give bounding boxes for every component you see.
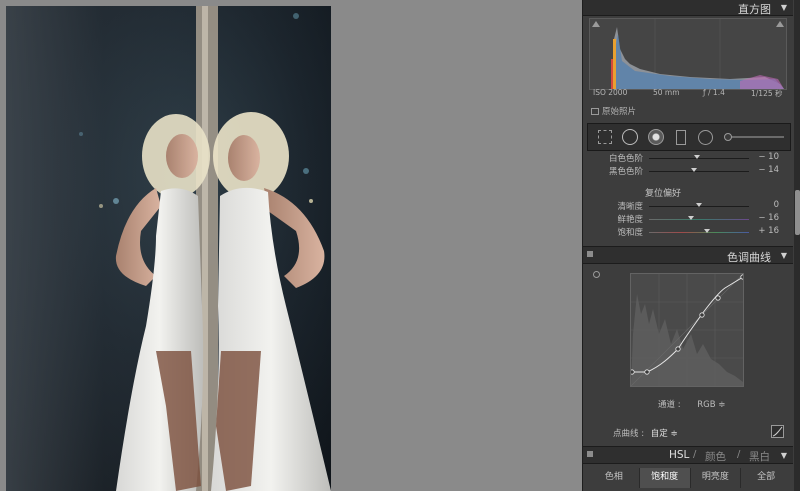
histogram-title: 直方图 xyxy=(738,3,771,16)
aperture-value: ƒ / 1.4 xyxy=(703,88,725,97)
clarity-knob[interactable] xyxy=(696,203,702,207)
saturation-knob[interactable] xyxy=(704,229,710,233)
whites-label: 白色色阶 xyxy=(608,154,643,164)
hsl-tab[interactable]: HSL xyxy=(669,449,689,461)
hsl-subtab-luminance[interactable]: 明亮度 xyxy=(691,468,742,488)
tone-curve-plot xyxy=(629,273,746,387)
channel-label: 通道 : xyxy=(658,400,681,410)
hsl-panel-switch-icon[interactable] xyxy=(587,451,593,457)
saturation-value[interactable]: + 16 xyxy=(758,226,779,236)
clarity-slider-row[interactable]: 清晰度 0 xyxy=(583,200,793,212)
color-tab[interactable]: 颜色 xyxy=(705,449,726,464)
hsl-subtab-saturation[interactable]: 饱和度 xyxy=(639,468,691,488)
panel-switch-icon[interactable] xyxy=(587,251,593,257)
target-adjust-icon[interactable] xyxy=(593,271,600,278)
photo-canvas[interactable] xyxy=(0,0,582,491)
presence-reset-title[interactable]: 复位偏好 xyxy=(583,186,743,199)
tool-strip xyxy=(587,123,791,151)
highlight-clipping-icon[interactable] xyxy=(776,21,784,27)
red-eye-icon[interactable] xyxy=(648,129,664,145)
blacks-knob[interactable] xyxy=(691,168,697,172)
shutter-value: 1/125 秒 xyxy=(751,89,783,98)
saturation-slider-row[interactable]: 饱和度 + 16 xyxy=(583,226,793,238)
collapse-triangle-icon[interactable]: ▼ xyxy=(781,3,787,12)
edit-point-curve-icon[interactable] xyxy=(771,425,784,438)
point-curve-value[interactable]: 自定 ≑ xyxy=(651,429,678,439)
point-curve-label: 点曲线 : xyxy=(613,429,645,439)
radial-filter-icon[interactable] xyxy=(698,130,713,145)
histogram-graph[interactable] xyxy=(589,18,787,90)
photo-image xyxy=(6,6,331,491)
iso-value: ISO 2000 xyxy=(593,88,628,97)
clarity-value[interactable]: 0 xyxy=(774,200,779,210)
brush-icon[interactable] xyxy=(724,133,732,141)
hsl-subtab-all[interactable]: 全部 xyxy=(741,468,791,488)
hsl-header[interactable]: HSL / 颜色 / 黑白 ▼ xyxy=(583,446,793,464)
histogram-plot xyxy=(611,19,784,89)
channel-selector[interactable]: 通道 : RGB ≑ xyxy=(658,398,725,410)
vibrance-label: 鲜艳度 xyxy=(617,215,643,225)
shadow-clipping-icon[interactable] xyxy=(592,21,600,27)
develop-panel: 直方图 ▼ ISO 2000 50 mm ƒ / 1.4 1/125 秒 原始照 xyxy=(582,0,800,491)
lightroom-develop-window: 直方图 ▼ ISO 2000 50 mm ƒ / 1.4 1/125 秒 原始照 xyxy=(0,0,800,491)
blacks-label: 黑色色阶 xyxy=(608,167,643,177)
saturation-label: 饱和度 xyxy=(617,228,643,238)
original-photo-label: 原始照片 xyxy=(602,107,637,117)
hsl-separator-1: / xyxy=(693,449,697,460)
hsl-separator-2: / xyxy=(737,449,741,460)
clarity-label: 清晰度 xyxy=(617,202,643,212)
focal-length-value: 50 mm xyxy=(653,88,680,97)
tone-curve-collapse-icon[interactable]: ▼ xyxy=(781,251,787,260)
hsl-subtab-hue[interactable]: 色相 xyxy=(589,468,640,488)
crop-icon[interactable] xyxy=(598,130,612,144)
histogram-header[interactable]: 直方图 ▼ xyxy=(583,0,793,16)
vibrance-track[interactable] xyxy=(649,219,749,220)
graduated-filter-icon[interactable] xyxy=(676,130,686,145)
panel-scrollbar-thumb[interactable] xyxy=(795,190,800,235)
whites-slider-row[interactable]: 白色色阶 − 10 xyxy=(583,152,793,164)
tone-curve-header[interactable]: 色调曲线 ▼ xyxy=(583,246,793,264)
point-curve-selector[interactable]: 点曲线 : 自定 ≑ xyxy=(613,427,678,439)
vibrance-knob[interactable] xyxy=(688,216,694,220)
vibrance-value[interactable]: − 16 xyxy=(758,213,779,223)
whites-value[interactable]: − 10 xyxy=(758,152,779,162)
photo-preview[interactable] xyxy=(6,6,331,491)
hsl-collapse-icon[interactable]: ▼ xyxy=(781,451,787,460)
blacks-track[interactable] xyxy=(649,171,749,172)
tone-curve-graph[interactable] xyxy=(629,273,746,387)
original-photo-toggle[interactable]: 原始照片 xyxy=(591,105,636,117)
whites-knob[interactable] xyxy=(694,155,700,159)
blacks-slider-row[interactable]: 黑色色阶 − 14 xyxy=(583,165,793,177)
panel-scrollbar[interactable] xyxy=(794,0,800,491)
brush-size-slider[interactable] xyxy=(728,136,784,138)
exif-info: ISO 2000 50 mm ƒ / 1.4 1/125 秒 xyxy=(591,88,787,100)
original-photo-checkbox[interactable] xyxy=(591,108,599,115)
saturation-track[interactable] xyxy=(649,232,749,233)
tone-curve-title: 色调曲线 xyxy=(727,251,771,264)
vibrance-slider-row[interactable]: 鲜艳度 − 16 xyxy=(583,213,793,225)
blacks-value[interactable]: − 14 xyxy=(758,165,779,175)
spot-removal-icon[interactable] xyxy=(622,129,638,145)
bw-tab[interactable]: 黑白 xyxy=(749,449,770,464)
hsl-subtabs: 色相 饱和度 明亮度 全部 xyxy=(589,468,791,488)
channel-value[interactable]: RGB ≑ xyxy=(697,400,725,410)
